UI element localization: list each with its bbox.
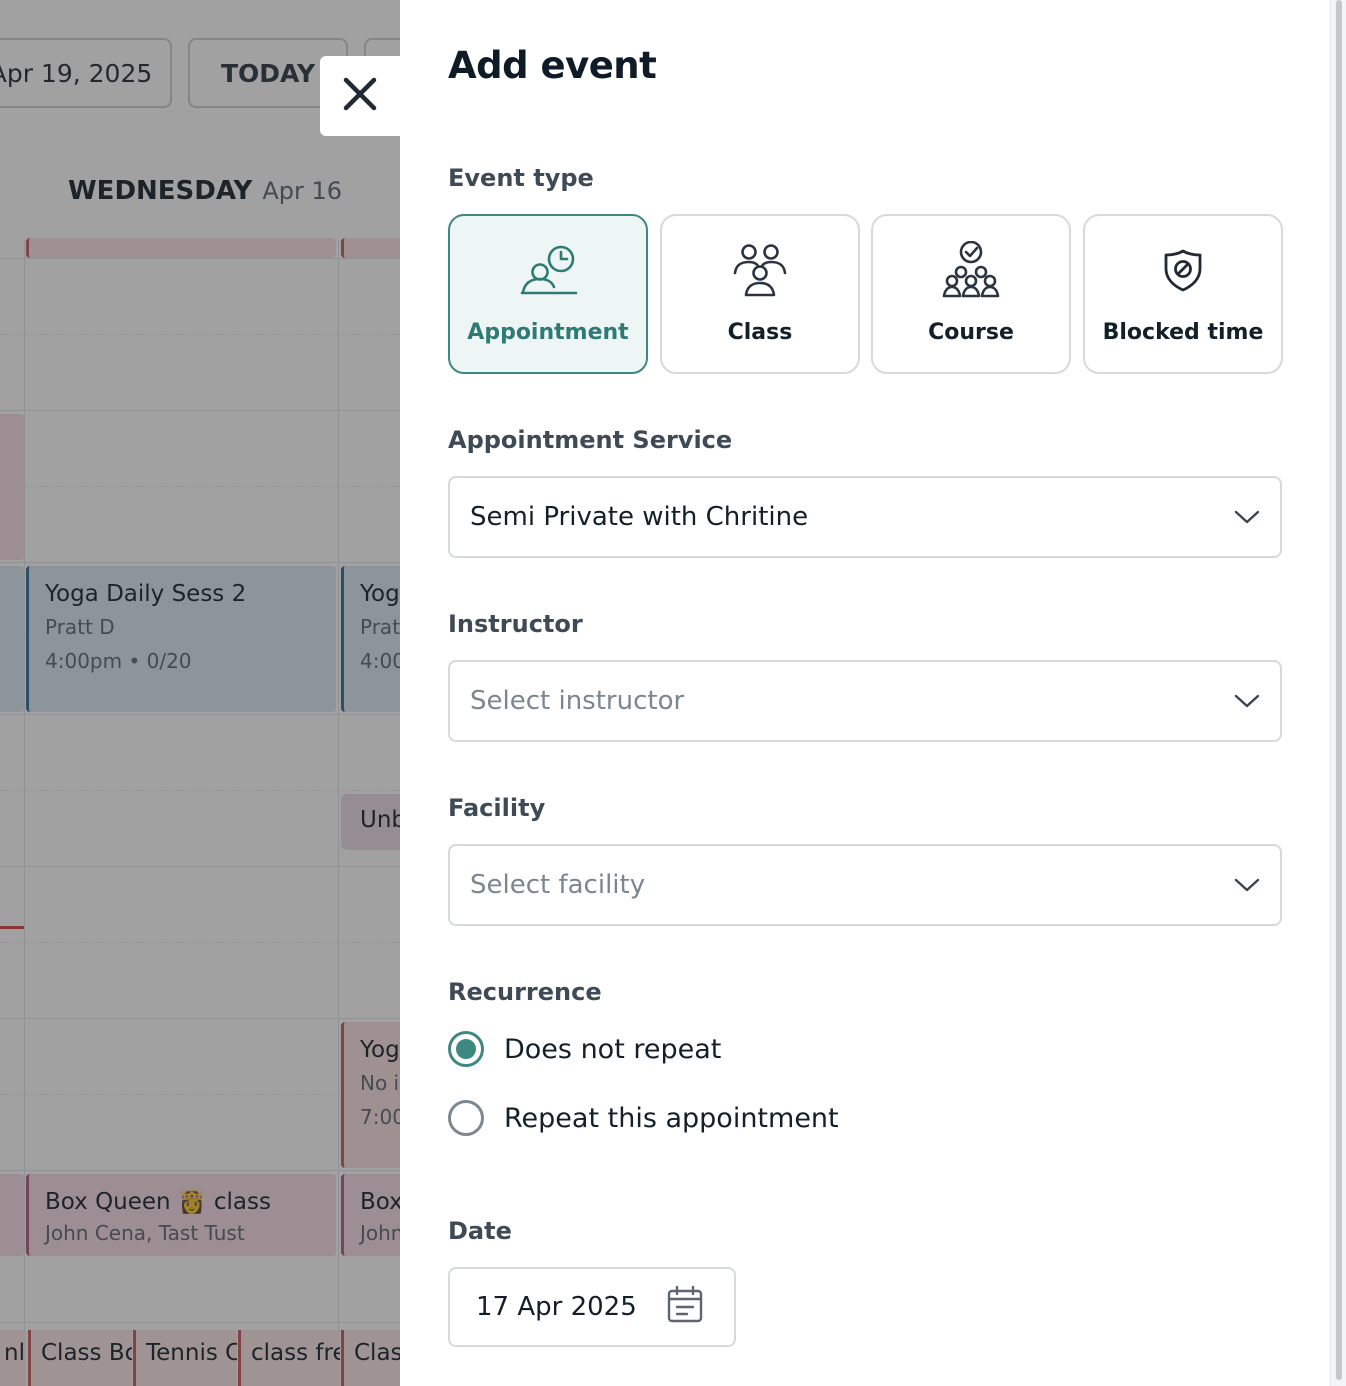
chevron-down-icon (1234, 504, 1260, 530)
blocked-shield-icon (1161, 240, 1205, 300)
scrollbar-thumb[interactable] (1336, 0, 1342, 1380)
radio-unselected[interactable] (448, 1100, 484, 1136)
close-drawer-button[interactable] (320, 56, 400, 136)
facility-select[interactable]: Select facility (448, 844, 1282, 926)
calendar-icon[interactable] (666, 1285, 704, 1330)
facility-select-placeholder: Select facility (470, 870, 646, 900)
event-type-label-appointment: Appointment (467, 320, 629, 345)
instructor-label: Instructor (448, 610, 583, 638)
scrollbar-track[interactable] (1330, 0, 1346, 1386)
event-type-class[interactable]: Class (660, 214, 860, 374)
service-label: Appointment Service (448, 426, 733, 454)
event-type-label: Event type (448, 164, 594, 192)
event-type-label-blocked-time: Blocked time (1102, 320, 1264, 345)
recurrence-option-repeat[interactable]: Repeat this appointment (448, 1100, 839, 1136)
recurrence-option-no-repeat[interactable]: Does not repeat (448, 1031, 721, 1067)
event-type-appointment[interactable]: Appointment (448, 214, 648, 374)
close-icon (342, 76, 378, 116)
event-type-label-class: Class (727, 320, 793, 345)
radio-selected[interactable] (448, 1031, 484, 1067)
radio-label: Repeat this appointment (504, 1102, 839, 1134)
service-select-value: Semi Private with Chritine (470, 502, 809, 532)
chevron-down-icon (1234, 872, 1260, 898)
modal-backdrop[interactable] (0, 0, 400, 1386)
course-icon (941, 240, 1001, 300)
recurrence-label: Recurrence (448, 978, 602, 1006)
instructor-select[interactable]: Select instructor (448, 660, 1282, 742)
service-select[interactable]: Semi Private with Chritine (448, 476, 1282, 558)
chevron-down-icon (1234, 688, 1260, 714)
appointment-icon (518, 240, 578, 300)
drawer-title: Add event (448, 44, 657, 87)
date-input[interactable]: 17 Apr 2025 (448, 1267, 736, 1347)
date-input-value: 17 Apr 2025 (476, 1292, 637, 1322)
facility-label: Facility (448, 794, 546, 822)
event-type-label-course: Course (928, 320, 1014, 345)
date-label: Date (448, 1217, 512, 1245)
event-type-course[interactable]: Course (871, 214, 1071, 374)
instructor-select-placeholder: Select instructor (470, 686, 685, 716)
event-type-blocked-time[interactable]: Blocked time (1083, 214, 1283, 374)
add-event-drawer: Add event Event type Appointment Class C… (400, 0, 1346, 1386)
group-icon (730, 240, 790, 300)
radio-label: Does not repeat (504, 1033, 722, 1065)
